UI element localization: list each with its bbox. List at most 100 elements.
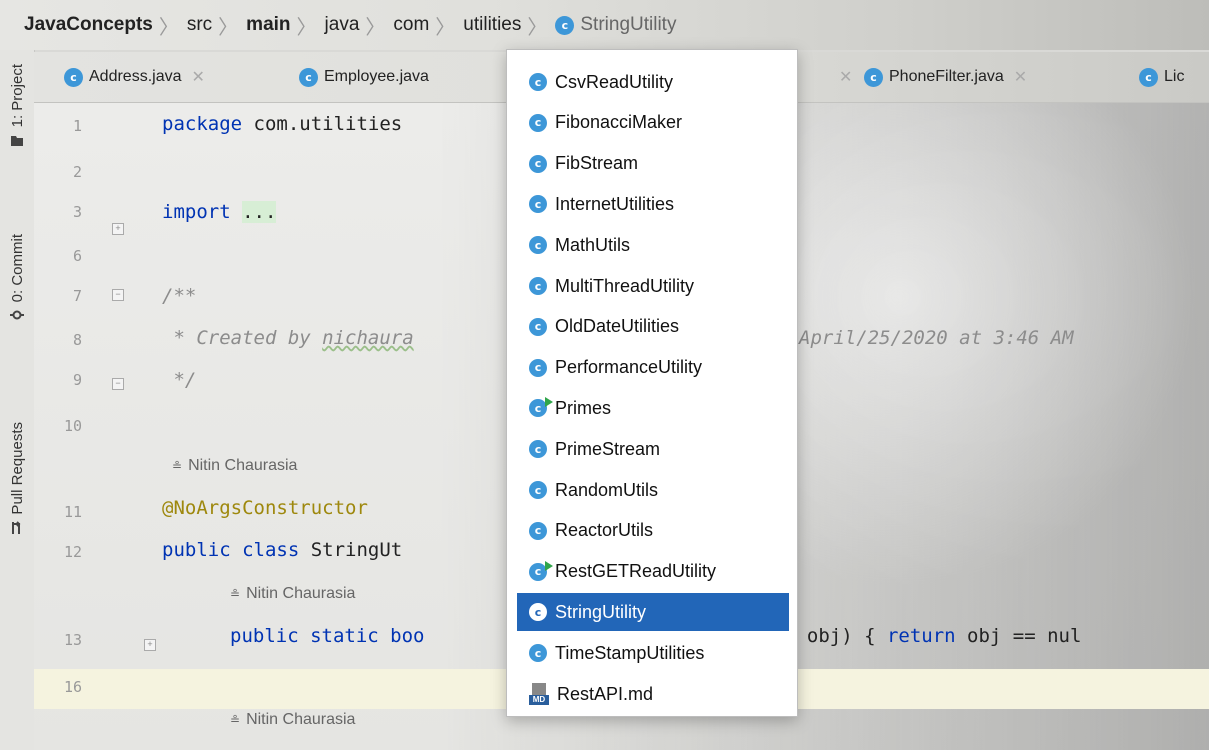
person-icon: ≗	[230, 713, 241, 727]
class-icon: c	[529, 440, 547, 459]
tab-phonefilter-java[interactable]: c PhoneFilter.java ✕	[864, 52, 1027, 102]
breadcrumb-item-src[interactable]: src	[183, 14, 216, 36]
line-number: 6	[72, 247, 82, 265]
breadcrumb-item-utilities[interactable]: utilities	[459, 14, 525, 36]
popup-item[interactable]: c ReactorUtils	[517, 512, 789, 550]
popup-item[interactable]: c OldDateUtilities	[517, 308, 789, 346]
popup-item-label: StringUtility	[555, 601, 647, 622]
line-number: 11	[63, 503, 82, 521]
class-icon: c	[299, 67, 318, 87]
breadcrumb-class-popup: c CsvReadUtility c FibonacciMaker c FibStream…	[506, 49, 798, 717]
class-icon: c	[529, 113, 547, 132]
runnable-class-icon: c	[529, 560, 553, 581]
commit-icon	[10, 310, 24, 320]
breadcrumb-separator: 〉	[435, 16, 456, 39]
popup-item-label: Primes	[555, 397, 612, 418]
popup-item[interactable]: c CsvReadUtility	[517, 63, 789, 101]
popup-item-label: OldDateUtilities	[555, 316, 680, 337]
code-author-hint[interactable]: ≗ Nitin Chaurasia	[172, 457, 297, 475]
line-number: 13	[63, 631, 82, 649]
tab-lic[interactable]: c Lic	[1139, 52, 1184, 102]
tool-tab-pull-requests-label: Pull Requests	[8, 422, 26, 515]
tool-tab-project[interactable]: 1: Project	[0, 64, 34, 147]
breadcrumb-item-current[interactable]: c StringUtility	[551, 14, 680, 36]
popup-item[interactable]: c MathUtils	[517, 226, 789, 264]
breadcrumb-item-main[interactable]: main	[242, 14, 294, 36]
fold-expand-icon[interactable]: +	[112, 223, 124, 235]
popup-item[interactable]: c StringUtility	[517, 593, 789, 632]
popup-item-label: FibonacciMaker	[555, 112, 683, 133]
tab-address-java[interactable]: c Address.java ✕	[64, 52, 205, 102]
breadcrumb-separator: 〉	[527, 16, 548, 39]
code-line-class-decl: public class StringUt	[162, 539, 403, 561]
line-number: 16	[63, 678, 82, 696]
tab-label: Employee.java	[324, 68, 429, 85]
breadcrumb-item-com[interactable]: com	[389, 14, 433, 36]
breadcrumb: JavaConcepts 〉 src 〉 main 〉 java 〉 com 〉 util…	[0, 0, 1209, 50]
popup-item-label: InternetUtilities	[555, 193, 675, 214]
popup-item[interactable]: c PerformanceUtility	[517, 349, 789, 387]
close-icon[interactable]: ✕	[192, 67, 205, 87]
close-icon[interactable]: ✕	[1014, 67, 1027, 87]
tab-label: Address.java	[89, 68, 182, 85]
breadcrumb-item-javaconcepts[interactable]: JavaConcepts	[20, 14, 157, 36]
tab-label: Lic	[1164, 68, 1185, 85]
popup-item[interactable]: c RandomUtils	[517, 471, 789, 509]
popup-item-label: MultiThreadUtility	[555, 275, 695, 296]
popup-item[interactable]: c InternetUtilities	[517, 185, 789, 223]
breadcrumb-current-label: StringUtility	[580, 14, 677, 35]
popup-item-label: MathUtils	[555, 234, 631, 255]
person-icon: ≗	[172, 459, 183, 473]
class-icon: c	[64, 67, 83, 87]
tab-hidden-close[interactable]: ✕	[829, 52, 852, 102]
folded-code-placeholder[interactable]: ...	[242, 201, 277, 223]
breadcrumb-separator: 〉	[365, 16, 386, 39]
code-author-hint[interactable]: ≗ Nitin Chaurasia	[230, 711, 355, 729]
fold-collapse-icon[interactable]: −	[112, 378, 124, 390]
breadcrumb-separator: 〉	[218, 16, 239, 39]
popup-item-label: PrimeStream	[555, 438, 661, 459]
tool-tab-project-label: 1: Project	[8, 64, 26, 128]
popup-item[interactable]: c FibStream	[517, 145, 789, 183]
class-icon: c	[529, 73, 547, 91]
popup-item-label: TimeStampUtilities	[555, 642, 705, 663]
breadcrumb-separator: 〉	[158, 16, 179, 39]
code-line-method-body: g obj) { return obj == nul	[784, 625, 1082, 647]
runnable-class-icon: c	[529, 397, 553, 418]
class-icon: c	[529, 521, 547, 540]
line-number: 1	[72, 117, 82, 135]
markdown-file-icon: MD	[529, 683, 549, 705]
tab-employee-java[interactable]: c Employee.java	[299, 52, 429, 102]
popup-item[interactable]: c RestGETReadUtility	[517, 553, 789, 591]
tool-tab-pull-requests[interactable]: Pull Requests	[0, 422, 34, 535]
popup-item-label: RestGETReadUtility	[555, 561, 717, 582]
person-icon: ≗	[230, 587, 241, 601]
popup-item[interactable]: c MultiThreadUtility	[517, 267, 789, 305]
popup-item[interactable]: c Primes	[517, 389, 789, 427]
code-line-comment-open: /**	[162, 285, 197, 307]
tool-tab-commit[interactable]: 0: Commit	[0, 234, 34, 322]
fold-collapse-icon[interactable]: −	[112, 289, 124, 301]
class-icon: c	[529, 154, 547, 173]
line-number: 12	[63, 543, 82, 561]
popup-item[interactable]: c FibonacciMaker	[517, 104, 789, 142]
line-number: 10	[63, 417, 82, 435]
popup-item[interactable]: c PrimeStream	[517, 430, 789, 468]
breadcrumb-separator: 〉	[296, 16, 317, 39]
folder-icon	[11, 136, 23, 147]
close-icon[interactable]: ✕	[839, 67, 852, 87]
class-icon: c	[555, 15, 575, 35]
breadcrumb-item-java[interactable]: java	[321, 14, 364, 36]
fold-expand-icon[interactable]: +	[144, 639, 156, 651]
class-icon: c	[529, 481, 547, 499]
popup-item[interactable]: c TimeStampUtilities	[517, 634, 789, 672]
class-icon: c	[1139, 67, 1158, 87]
popup-item[interactable]: MD RestAPI.md	[517, 675, 789, 713]
line-number: 3	[72, 203, 82, 221]
code-author-hint[interactable]: ≗ Nitin Chaurasia	[230, 585, 355, 603]
line-number: 7	[72, 287, 82, 305]
pull-request-icon	[12, 520, 21, 534]
class-icon: c	[529, 317, 547, 336]
line-number: 9	[72, 371, 82, 389]
tool-tab-commit-label: 0: Commit	[8, 234, 26, 303]
